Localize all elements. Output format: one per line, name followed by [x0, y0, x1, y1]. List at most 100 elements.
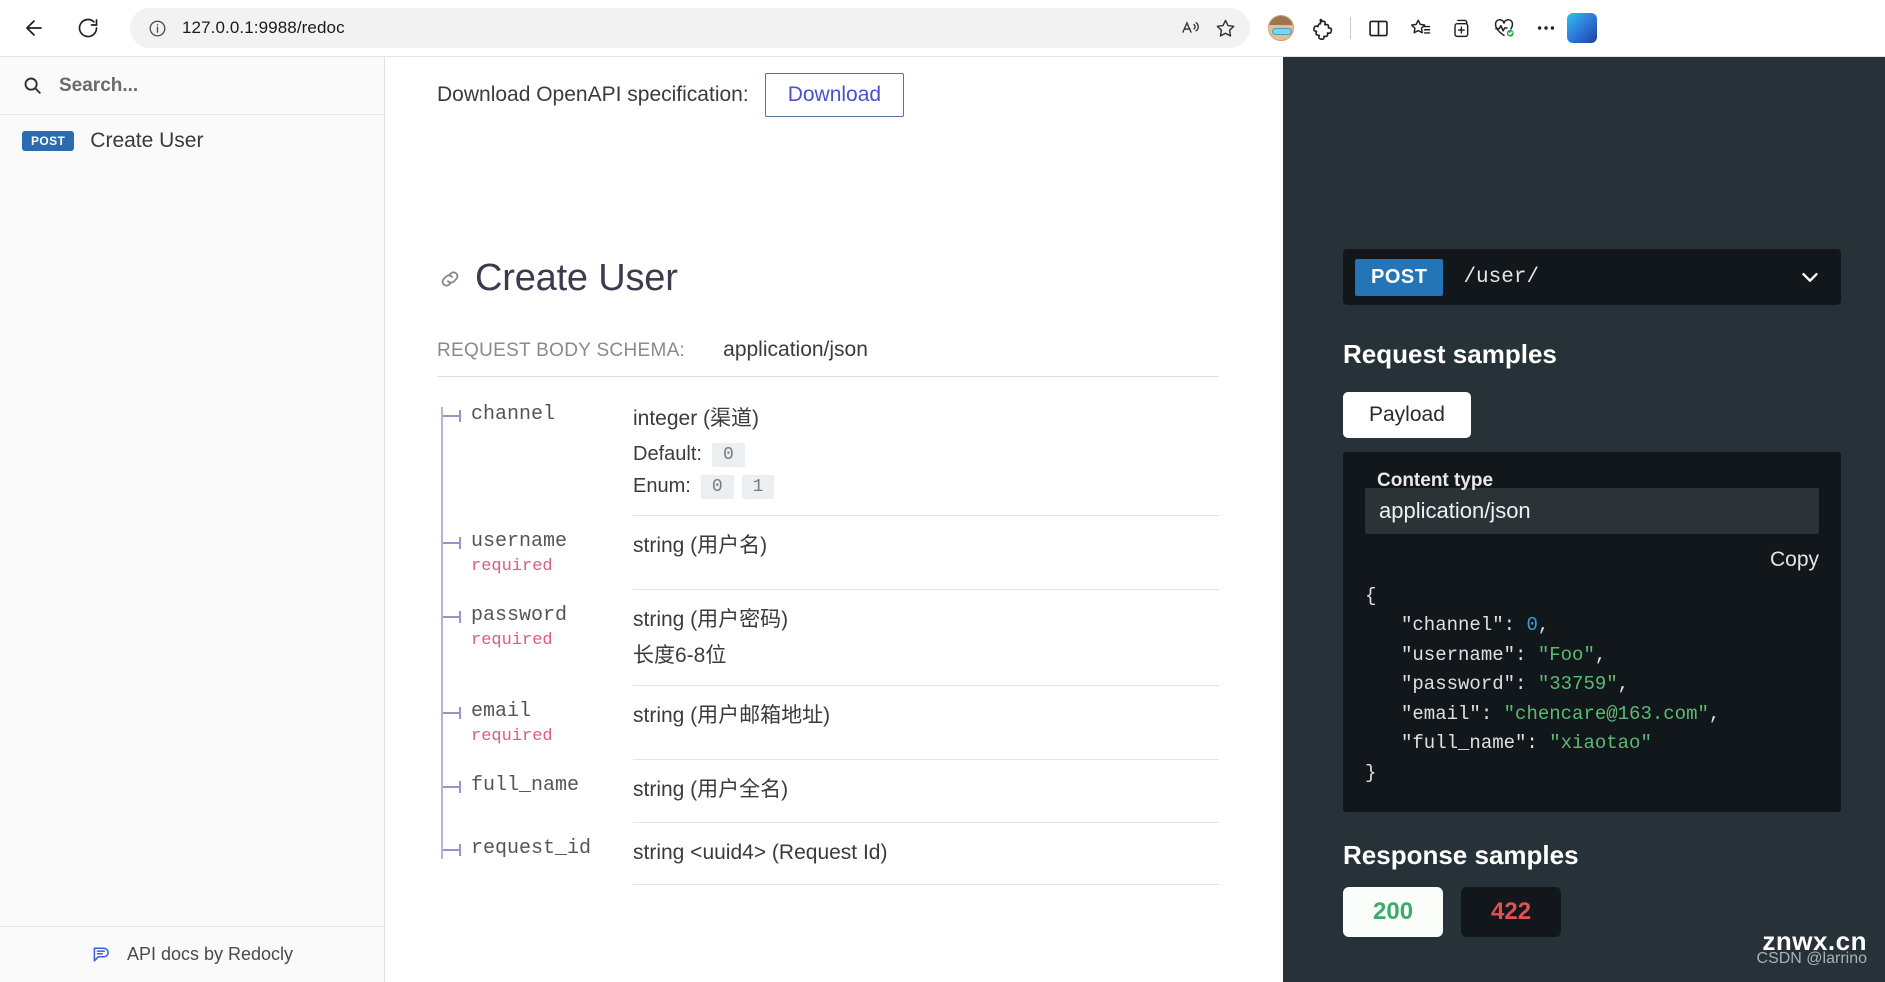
footer-label: API docs by Redocly — [126, 944, 294, 964]
code-token: : — [1526, 732, 1550, 755]
code-token: "Foo" — [1537, 643, 1595, 666]
response-tab-200[interactable]: 200 — [1343, 887, 1444, 938]
property-name: full_name — [471, 774, 580, 797]
property-description-cell: string (用户邮箱地址) — [633, 686, 1219, 760]
extensions-button[interactable] — [1302, 8, 1344, 48]
request-samples-heading: Request samples — [1343, 339, 1557, 369]
page-title: Create User — [437, 257, 1283, 300]
tree-branch-icon — [441, 610, 461, 623]
property-name-cell: channel — [437, 389, 633, 516]
link-anchor-icon[interactable] — [437, 266, 463, 292]
endpoint-path: /user/ — [1463, 265, 1540, 289]
browser-essentials-button[interactable] — [1483, 8, 1525, 48]
code-token: , — [1594, 643, 1607, 666]
copy-button[interactable]: Copy — [1770, 548, 1819, 572]
code-token: "email" — [1401, 702, 1481, 725]
code-token: { — [1365, 585, 1377, 607]
response-tab-422[interactable]: 422 — [1461, 887, 1562, 938]
property-meta-value: 0 — [711, 442, 745, 467]
search-placeholder: Search... — [59, 74, 139, 96]
sidebar: Search... POST Create User API docs by R… — [0, 57, 385, 982]
toolbar-divider — [1350, 17, 1351, 39]
back-arrow-icon — [26, 20, 42, 36]
collections-favorites-button[interactable] — [1399, 8, 1441, 48]
code-line: { — [1365, 582, 1819, 611]
tree-branch-icon — [441, 536, 461, 549]
documentation-column: Download OpenAPI specification: Download… — [385, 57, 1283, 982]
property-meta-label: Default: — [633, 443, 702, 465]
property-description-cell: integer (渠道) Default: 0 Enum: 0 1 — [633, 389, 1219, 516]
code-token: "full_name" — [1401, 732, 1527, 755]
tab-payload[interactable]: Payload — [1343, 392, 1471, 438]
code-token: 0 — [1526, 614, 1538, 637]
reload-button[interactable] — [68, 8, 108, 48]
schema-property-row: email required string (用户邮箱地址) — [437, 686, 1219, 760]
split-screen-button[interactable] — [1357, 8, 1399, 48]
samples-panel: POST /user/ Request samples Payload Cont… — [1283, 57, 1885, 982]
copilot-icon[interactable] — [1567, 13, 1597, 43]
schema-property-list: channel integer (渠道) Default: 0 Enum: 0 1 usern… — [437, 389, 1219, 885]
code-line: "password": "33759", — [1365, 670, 1819, 699]
code-line: "channel": 0, — [1365, 611, 1819, 640]
property-type: string (用户邮箱地址) — [633, 704, 831, 727]
download-button[interactable]: Download — [764, 73, 905, 117]
property-required-flag: required — [471, 630, 553, 650]
request-sample-box: Content type application/json Copy {"cha… — [1343, 452, 1841, 813]
property-description-cell: string (用户密码) 长度6-8位 — [633, 590, 1219, 686]
sidebar-footer[interactable]: API docs by Redocly — [0, 926, 384, 982]
schema-property-row: username required string (用户名) — [437, 516, 1219, 590]
tree-branch-icon — [441, 707, 461, 719]
response-samples-heading: Response samples — [1343, 840, 1579, 871]
add-tab-icon — [1453, 19, 1468, 37]
code-token: , — [1617, 673, 1630, 696]
url-text[interactable]: 127.0.0.1:9988/redoc — [182, 18, 345, 38]
address-bar[interactable]: 127.0.0.1:9988/redoc — [130, 8, 1250, 48]
tree-spine — [441, 407, 443, 859]
code-token: "username" — [1401, 643, 1516, 666]
code-token: : — [1480, 702, 1504, 725]
tree-branch-icon — [441, 781, 461, 793]
schema-property-row: password required string (用户密码) 长度6-8位 — [437, 590, 1219, 686]
code-token: : — [1515, 643, 1538, 666]
property-meta-row: Enum: 0 1 — [633, 474, 1219, 499]
read-aloud-icon[interactable] — [1174, 11, 1208, 45]
settings-more-button[interactable] — [1525, 8, 1567, 48]
watermark-sub: CSDN @larrino — [1756, 950, 1867, 967]
code-token: "password" — [1401, 673, 1516, 696]
chevron-down-icon[interactable] — [1797, 264, 1829, 290]
sidebar-item-label: Create User — [90, 129, 204, 152]
property-required-flag: required — [471, 556, 553, 576]
back-button[interactable] — [14, 8, 54, 48]
property-name-cell: full_name — [437, 760, 633, 823]
code-token: : — [1515, 673, 1538, 696]
sidebar-item-create-user[interactable]: POST Create User — [0, 115, 384, 167]
response-sample-tabs: 200 422 — [1343, 887, 1885, 938]
code-token: } — [1365, 761, 1377, 784]
property-type: integer (渠道) — [633, 407, 760, 430]
search-input[interactable]: Search... — [0, 57, 384, 115]
favorites-list-icon — [1410, 19, 1430, 34]
redocly-logo-icon — [91, 943, 115, 967]
profile-avatar-button[interactable] — [1260, 8, 1302, 48]
property-name: request_id — [471, 836, 592, 860]
endpoint-bar[interactable]: POST /user/ — [1343, 249, 1841, 305]
code-line: } — [1365, 759, 1819, 788]
endpoint-method-badge: POST — [1355, 258, 1444, 296]
code-token: , — [1537, 614, 1550, 637]
schema-media-type: application/json — [723, 338, 868, 361]
site-info-icon[interactable] — [144, 15, 170, 41]
add-to-collections-button[interactable] — [1441, 8, 1483, 48]
search-icon — [22, 75, 43, 96]
content-type-select[interactable]: application/json — [1365, 488, 1819, 534]
method-badge-post: POST — [22, 131, 75, 151]
property-note: 长度6-8位 — [633, 644, 727, 667]
browser-essentials-heart-icon — [1494, 19, 1514, 37]
property-required-flag: required — [471, 727, 553, 746]
schema-label: REQUEST BODY SCHEMA: — [437, 340, 686, 361]
download-spec-row: Download OpenAPI specification: Download — [385, 57, 1283, 117]
request-sample-code: {"channel": 0, "username": "Foo", "passwor… — [1365, 582, 1819, 788]
ellipsis-icon — [1537, 26, 1555, 30]
favorite-star-icon[interactable] — [1208, 11, 1242, 45]
download-spec-label: Download OpenAPI specification: — [437, 83, 749, 106]
schema-property-row: request_id string <uuid4> (Request Id) — [437, 823, 1219, 885]
